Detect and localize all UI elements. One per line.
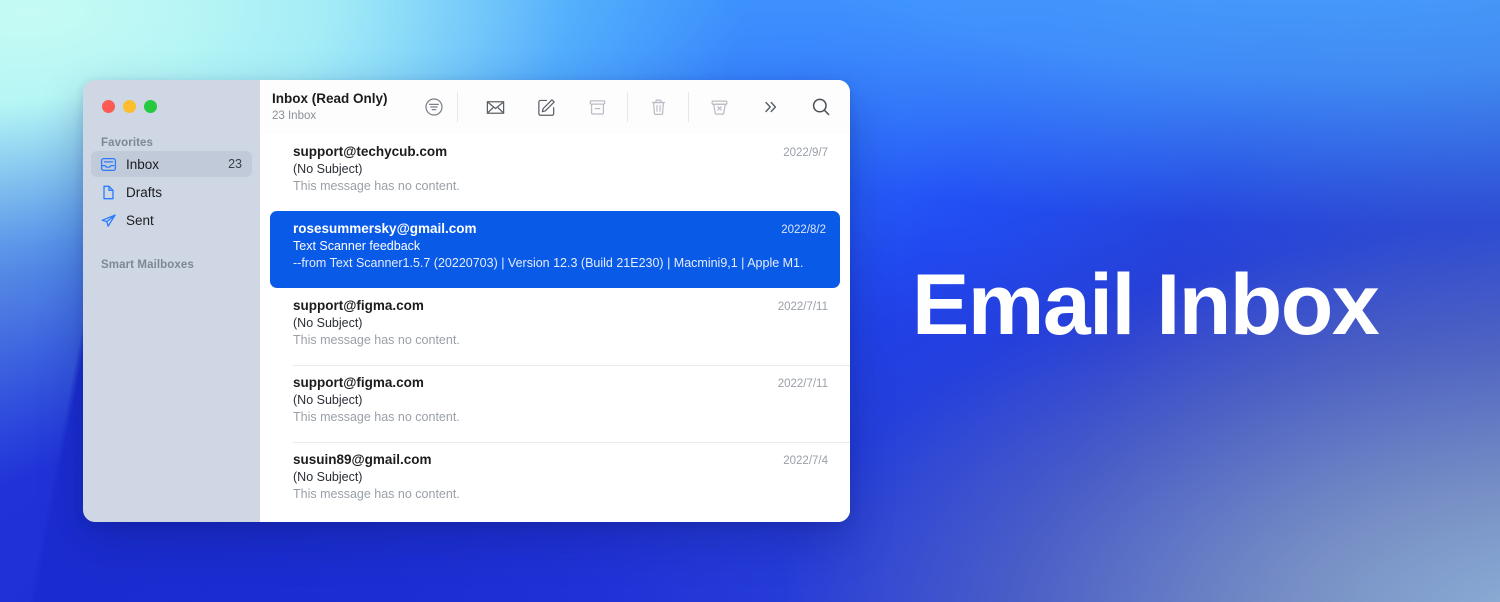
compose-button[interactable]	[529, 90, 563, 124]
table-row[interactable]: support@figma.com 2022/7/11 (No Subject)…	[260, 288, 850, 365]
message-subject: (No Subject)	[293, 393, 363, 407]
message-list[interactable]: support@techycub.com 2022/9/7 (No Subjec…	[260, 134, 850, 522]
paper-plane-icon	[100, 212, 117, 229]
message-date: 2022/7/11	[777, 378, 828, 390]
toolbar-actions	[458, 90, 850, 124]
message-preview: --from Text Scanner1.5.7 (20220703) | Ve…	[293, 256, 804, 270]
message-preview: This message has no content.	[293, 333, 460, 347]
table-row[interactable]: susuin89@gmail.com 2022/7/4 (No Subject)…	[260, 442, 850, 519]
mailbox-title: Inbox (Read Only)	[272, 90, 388, 106]
message-sender: susuin89@gmail.com	[293, 452, 432, 467]
minimize-button[interactable]	[123, 100, 136, 113]
zoom-button[interactable]	[144, 100, 157, 113]
filter-icon[interactable]	[417, 90, 451, 124]
message-preview: This message has no content.	[293, 410, 460, 424]
sidebar-item-sent[interactable]: Sent	[91, 207, 252, 233]
close-button[interactable]	[102, 100, 115, 113]
sidebar-item-drafts[interactable]: Drafts	[91, 179, 252, 205]
sidebar-item-label: Sent	[126, 212, 154, 228]
message-subject: (No Subject)	[293, 162, 363, 176]
sidebar-item-inbox[interactable]: Inbox 23	[91, 151, 252, 177]
more-button[interactable]	[753, 90, 787, 124]
message-date: 2022/8/2	[781, 224, 826, 236]
sidebar-item-label: Drafts	[126, 184, 163, 200]
sidebar-item-label: Inbox	[126, 156, 160, 172]
message-sender: support@figma.com	[293, 298, 424, 313]
toolbar-divider	[627, 92, 628, 122]
archive-button[interactable]	[580, 90, 614, 124]
mailbox-header: Inbox (Read Only) 23 Inbox	[260, 80, 457, 134]
table-row[interactable]: support@figma.com 2022/7/11 (No Subject)…	[260, 365, 850, 442]
toolbar-divider	[688, 92, 689, 122]
message-sender: support@techycub.com	[293, 144, 448, 159]
message-preview: This message has no content.	[293, 179, 460, 193]
main-pane: Inbox (Read Only) 23 Inbox support@techy…	[260, 80, 850, 522]
table-row[interactable]: rosesummersky@gmail.com 2022/8/2 Text Sc…	[270, 211, 840, 288]
junk-button[interactable]	[702, 90, 736, 124]
delete-button[interactable]	[641, 90, 675, 124]
message-preview: This message has no content.	[293, 487, 460, 501]
toolbar: Inbox (Read Only) 23 Inbox	[260, 80, 850, 134]
message-sender: rosesummersky@gmail.com	[293, 221, 477, 236]
mail-window: Favorites Inbox 23 Drafts Sent Smart Mai…	[83, 80, 850, 522]
message-subject: (No Subject)	[293, 470, 363, 484]
message-date: 2022/7/11	[777, 301, 828, 313]
window-traffic-lights	[83, 80, 260, 113]
mailbox-subtitle: 23 Inbox	[272, 109, 317, 122]
search-button[interactable]	[804, 90, 838, 124]
message-subject: (No Subject)	[293, 316, 363, 330]
page-title: Email Inbox	[912, 257, 1380, 353]
message-sender: support@figma.com	[293, 375, 424, 390]
inbox-unread-count: 23	[228, 157, 242, 171]
message-date: 2022/7/4	[783, 455, 828, 467]
message-date: 2022/9/7	[783, 147, 828, 159]
sidebar: Favorites Inbox 23 Drafts Sent Smart Mai…	[83, 80, 260, 522]
mark-unread-button[interactable]	[478, 90, 512, 124]
favorites-section-label: Favorites	[101, 137, 154, 149]
document-icon	[100, 184, 117, 201]
message-subject: Text Scanner feedback	[293, 239, 421, 253]
table-row[interactable]: support@techycub.com 2022/9/7 (No Subjec…	[260, 134, 850, 211]
smart-mailboxes-section-label: Smart Mailboxes	[101, 259, 194, 271]
inbox-icon	[100, 156, 117, 173]
